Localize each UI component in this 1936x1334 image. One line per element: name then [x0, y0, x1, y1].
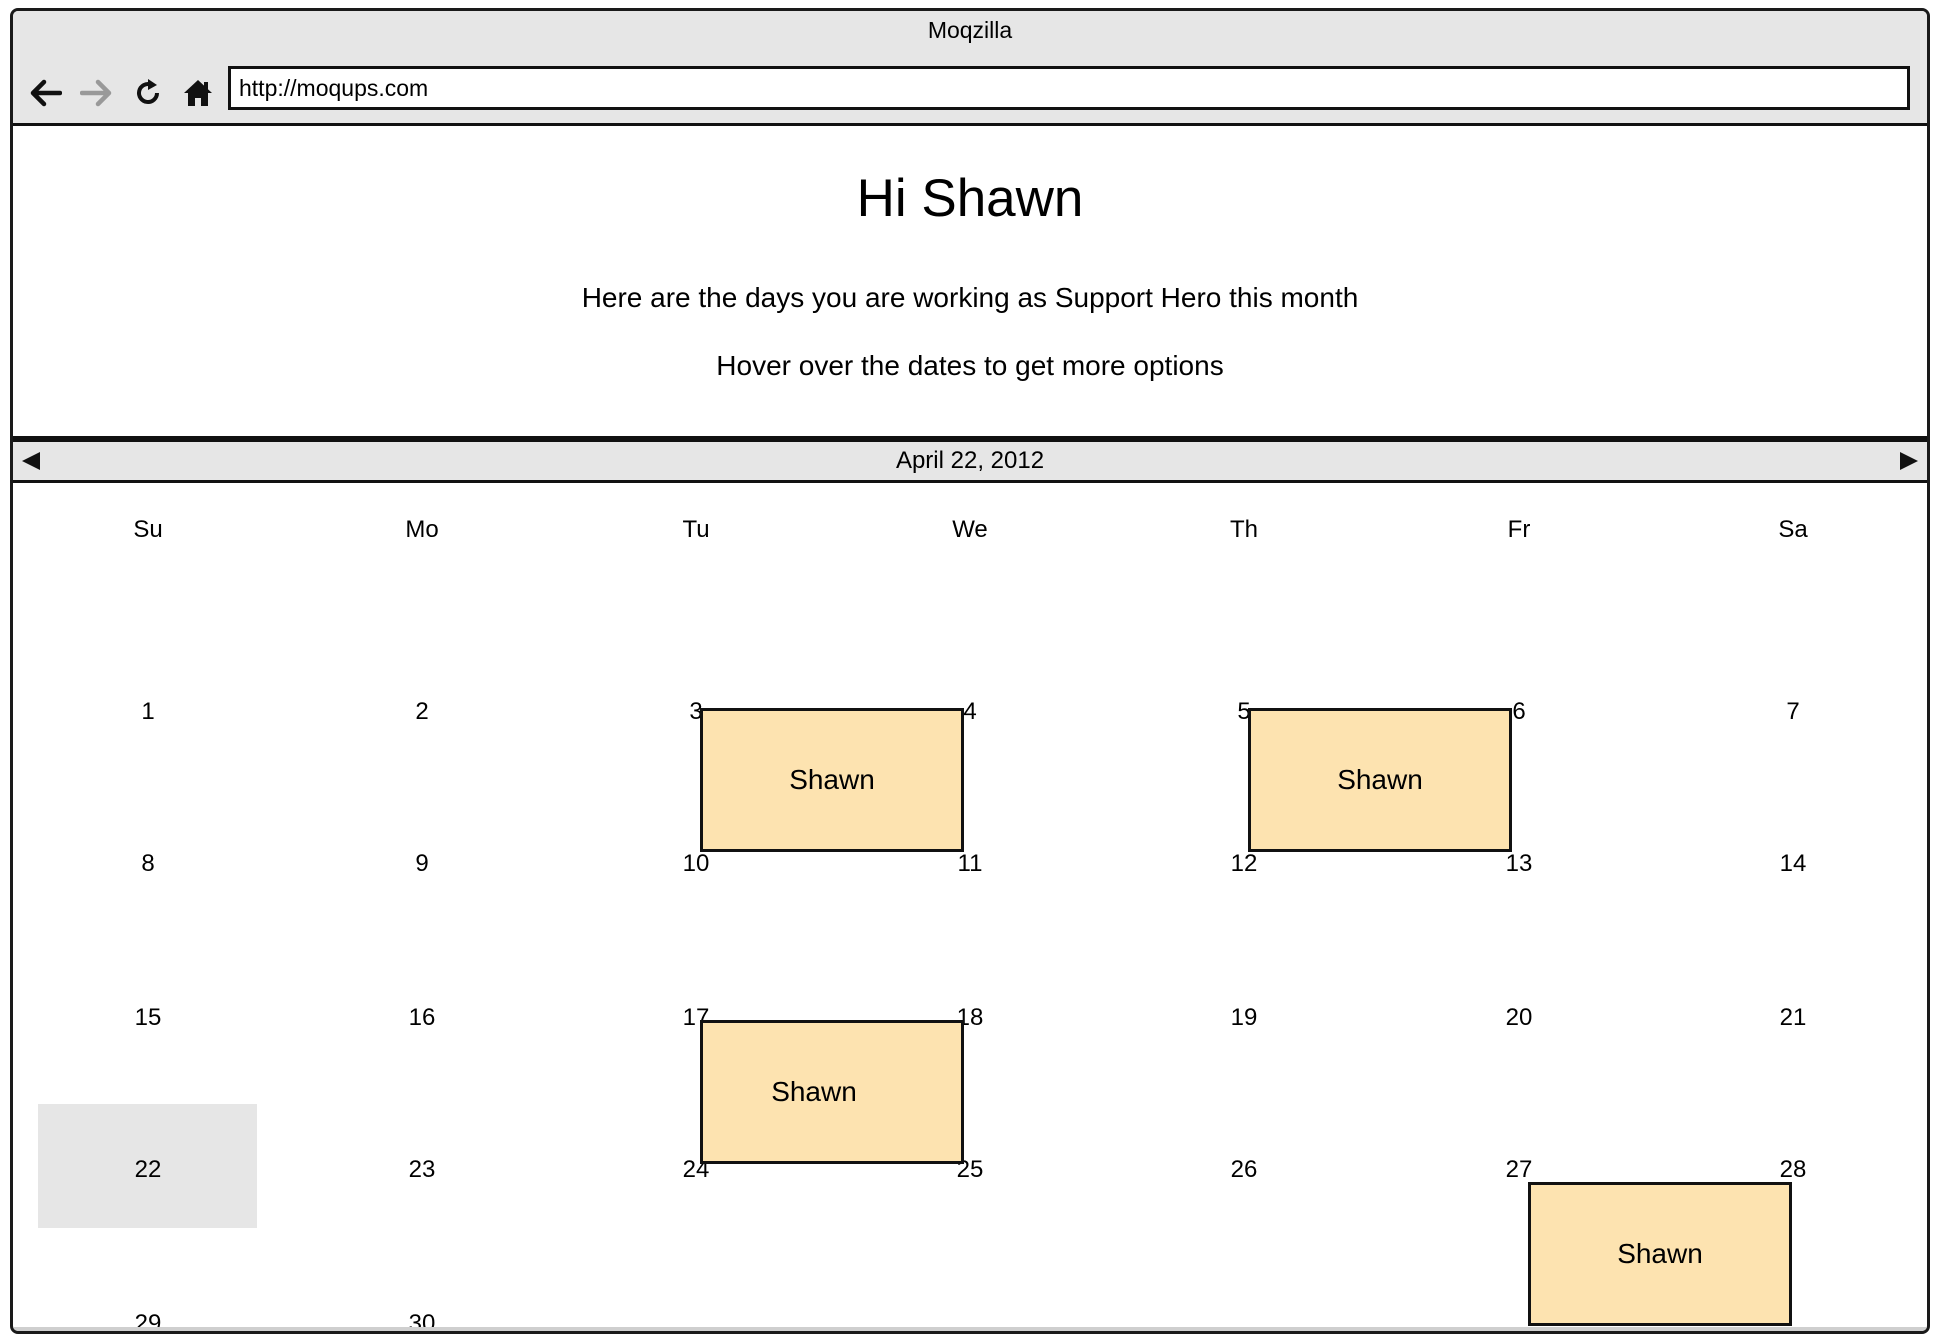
calendar-day[interactable]: 10	[666, 850, 726, 878]
arrow-right-icon	[80, 79, 112, 107]
weekday-fr: Fr	[1507, 516, 1531, 543]
window-title: Moqzilla	[927, 17, 1013, 43]
weekday-mo: Mo	[405, 516, 439, 543]
next-month-button[interactable]	[1897, 449, 1921, 473]
reload-icon	[137, 79, 159, 104]
shift-event[interactable]: Shawn	[1528, 1182, 1792, 1326]
shift-event[interactable]: Shawn	[1248, 708, 1512, 852]
calendar-current-date: April 22, 2012	[895, 447, 1045, 474]
home-button[interactable]	[178, 73, 218, 113]
calendar-day[interactable]: 23	[392, 1156, 452, 1184]
back-button[interactable]	[25, 73, 65, 113]
home-icon	[184, 80, 212, 106]
calendar-day[interactable]: 16	[392, 1004, 452, 1032]
shift-event[interactable]: Shawn	[700, 1020, 964, 1164]
arrow-left-icon	[30, 79, 62, 107]
reload-button[interactable]	[128, 73, 168, 113]
triangle-right-icon	[1900, 452, 1918, 470]
url-input[interactable]: http://moqups.com	[228, 66, 1910, 110]
window-bottom-edge	[13, 1327, 1927, 1331]
calendar-day[interactable]: 14	[1763, 850, 1823, 878]
calendar-day[interactable]: 9	[392, 850, 452, 878]
calendar-day[interactable]: 21	[1763, 1004, 1823, 1032]
calendar-day[interactable]: 7	[1763, 698, 1823, 726]
calendar-day[interactable]: 13	[1489, 850, 1549, 878]
weekday-su: Su	[133, 516, 163, 543]
weekday-we: We	[952, 516, 988, 543]
calendar-day[interactable]: 15	[118, 1004, 178, 1032]
calendar-day[interactable]: 11	[940, 850, 1000, 878]
calendar-day[interactable]: 27	[1489, 1156, 1549, 1184]
calendar-day-today[interactable]: 22	[118, 1156, 178, 1184]
calendar-day[interactable]: 1	[118, 698, 178, 726]
calendar-day[interactable]: 2	[392, 698, 452, 726]
browser-toolbar: Moqzilla http://moqups.com	[13, 11, 1927, 126]
forward-button[interactable]	[77, 73, 117, 113]
calendar-day[interactable]: 8	[118, 850, 178, 878]
page-header: Hi Shawn Here are the days you are worki…	[13, 126, 1927, 442]
calendar-day[interactable]: 28	[1763, 1156, 1823, 1184]
weekday-sa: Sa	[1778, 516, 1808, 543]
calendar-day[interactable]: 19	[1214, 1004, 1274, 1032]
calendar-day[interactable]: 26	[1214, 1156, 1274, 1184]
calendar-day[interactable]: 12	[1214, 850, 1274, 878]
weekday-tu: Tu	[682, 516, 710, 543]
shift-event[interactable]: Shawn	[700, 708, 964, 852]
greeting-heading: Hi Shawn	[856, 169, 1084, 228]
calendar-day[interactable]: 20	[1489, 1004, 1549, 1032]
hint-text: Hover over the dates to get more options	[716, 350, 1224, 381]
browser-window: Moqzilla http://moqups.com Hi Shawn Here…	[10, 8, 1930, 1334]
weekday-th: Th	[1229, 516, 1258, 543]
subtitle-text: Here are the days you are working as Sup…	[581, 282, 1359, 313]
calendar-header: April 22, 2012	[13, 442, 1927, 483]
